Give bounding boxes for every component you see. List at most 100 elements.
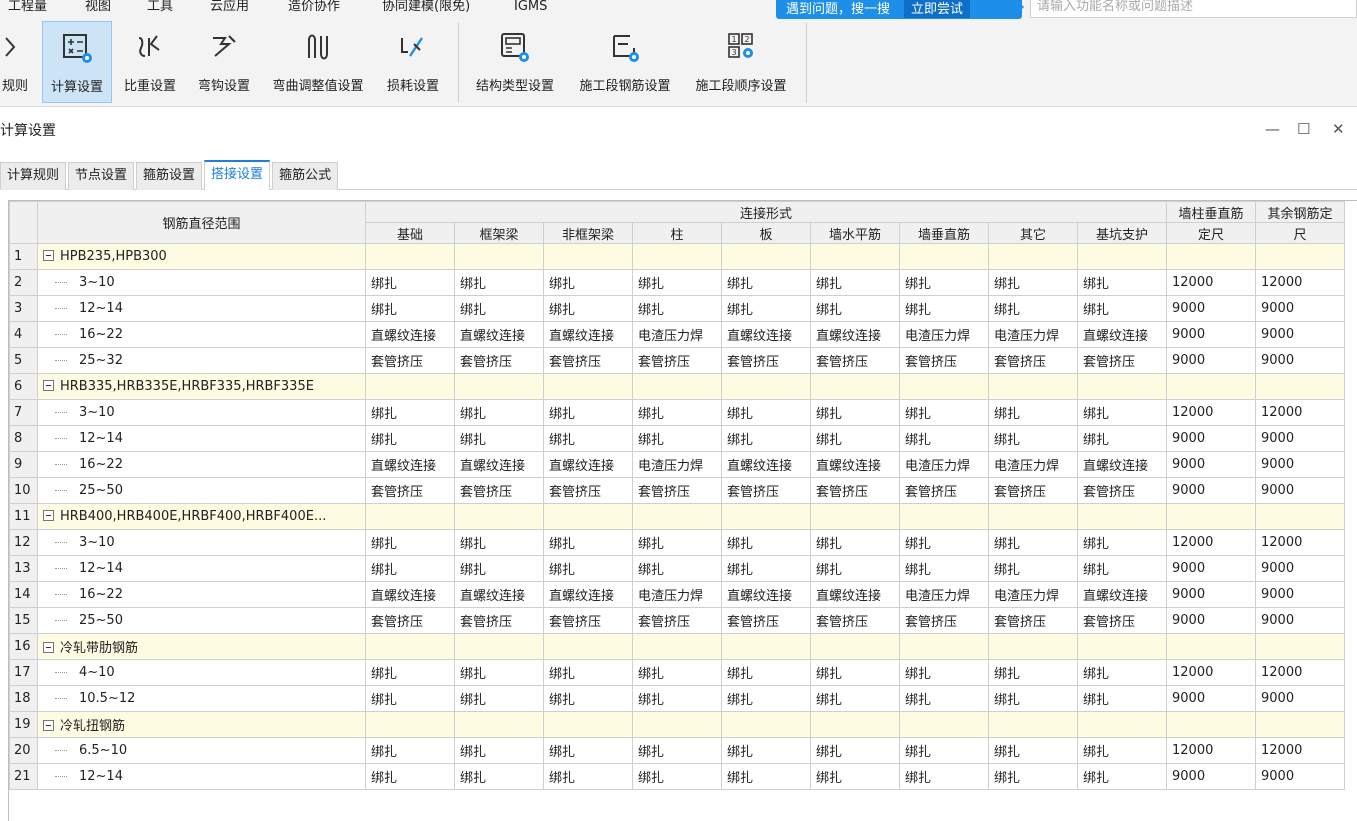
diameter-range-cell[interactable]: 12~14: [37, 295, 366, 322]
connection-type-cell[interactable]: 绑扎: [1077, 555, 1167, 582]
connection-type-cell[interactable]: 绑扎: [543, 737, 633, 764]
table-row[interactable]: 14 16~22 直螺纹连接 直螺纹连接 直螺纹连接 电渣压力焊 直螺纹连接 直螺纹连接 电渣压…: [9, 581, 1345, 608]
fixed-length-cell[interactable]: 9000: [1166, 685, 1256, 712]
diameter-range-cell[interactable]: 16~22: [37, 581, 366, 608]
connection-type-cell[interactable]: 绑扎: [899, 399, 989, 426]
tab-calc-rules[interactable]: 计算规则: [0, 162, 67, 190]
diameter-range-cell[interactable]: 3~10: [37, 399, 366, 426]
connection-type-cell[interactable]: 绑扎: [543, 399, 633, 426]
fixed-length-cell[interactable]: 9000: [1255, 347, 1345, 374]
connection-type-cell[interactable]: 绑扎: [454, 555, 544, 582]
fixed-length-cell[interactable]: 9000: [1255, 581, 1345, 608]
table-row[interactable]: 17 4~10 绑扎 绑扎 绑扎 绑扎 绑扎 绑扎 绑扎 绑扎 绑扎 12000 12000: [9, 659, 1345, 686]
connection-type-cell[interactable]: 绑扎: [454, 737, 544, 764]
connection-type-cell[interactable]: 套管挤压: [721, 607, 811, 634]
connection-type-cell[interactable]: 直螺纹连接: [721, 451, 811, 478]
fixed-length-cell[interactable]: 9000: [1166, 763, 1256, 790]
connection-type-cell[interactable]: 电渣压力焊: [988, 321, 1078, 348]
menu-item-quantities[interactable]: 工程量: [8, 0, 47, 16]
connection-type-cell[interactable]: 绑扎: [365, 685, 455, 712]
collapse-toggle-icon[interactable]: [43, 720, 54, 731]
connection-type-cell[interactable]: 电渣压力焊: [899, 581, 989, 608]
connection-type-cell[interactable]: 绑扎: [810, 659, 900, 686]
menu-item-tools[interactable]: 工具: [147, 0, 173, 16]
fixed-length-cell[interactable]: 9000: [1166, 295, 1256, 322]
connection-type-cell[interactable]: 绑扎: [899, 555, 989, 582]
connection-type-cell[interactable]: 绑扎: [988, 659, 1078, 686]
tab-node-settings[interactable]: 节点设置: [68, 162, 135, 190]
connection-type-cell[interactable]: 绑扎: [1077, 659, 1167, 686]
table-row[interactable]: 3 12~14 绑扎 绑扎 绑扎 绑扎 绑扎 绑扎 绑扎 绑扎 绑扎 9000 9000: [9, 295, 1345, 322]
connection-type-cell[interactable]: 绑扎: [810, 399, 900, 426]
connection-type-cell[interactable]: 套管挤压: [721, 477, 811, 504]
fixed-length-cell[interactable]: 12000: [1255, 659, 1345, 686]
connection-type-cell[interactable]: 直螺纹连接: [454, 581, 544, 608]
connection-type-cell[interactable]: 绑扎: [810, 425, 900, 452]
connection-type-cell[interactable]: 绑扎: [543, 295, 633, 322]
connection-type-cell[interactable]: 直螺纹连接: [810, 451, 900, 478]
fixed-length-cell[interactable]: 12000: [1166, 737, 1256, 764]
connection-type-cell[interactable]: 套管挤压: [988, 477, 1078, 504]
collapse-toggle-icon[interactable]: [43, 642, 54, 653]
menu-item-collab-modeling[interactable]: 协同建模(限免): [382, 0, 470, 16]
connection-type-cell[interactable]: 直螺纹连接: [810, 581, 900, 608]
connection-type-cell[interactable]: 绑扎: [365, 659, 455, 686]
connection-type-cell[interactable]: 绑扎: [454, 685, 544, 712]
ribbon-button-bend-adjust-settings[interactable]: 弯曲调整值设置: [262, 21, 374, 103]
connection-type-cell[interactable]: 绑扎: [1077, 425, 1167, 452]
fixed-length-cell[interactable]: 9000: [1255, 321, 1345, 348]
connection-type-cell[interactable]: 套管挤压: [899, 477, 989, 504]
fixed-length-cell[interactable]: 12000: [1255, 399, 1345, 426]
connection-type-cell[interactable]: 绑扎: [1077, 399, 1167, 426]
fixed-length-cell[interactable]: 9000: [1255, 763, 1345, 790]
connection-type-cell[interactable]: 绑扎: [988, 295, 1078, 322]
table-row[interactable]: 8 12~14 绑扎 绑扎 绑扎 绑扎 绑扎 绑扎 绑扎 绑扎 绑扎 9000 9000: [9, 425, 1345, 452]
ribbon-button-weight-settings[interactable]: 比重设置: [116, 21, 184, 103]
diameter-range-cell[interactable]: 3~10: [37, 529, 366, 556]
connection-type-cell[interactable]: 绑扎: [632, 529, 722, 556]
connection-type-cell[interactable]: 直螺纹连接: [1077, 451, 1167, 478]
connection-type-cell[interactable]: 电渣压力焊: [632, 581, 722, 608]
connection-type-cell[interactable]: 绑扎: [721, 529, 811, 556]
connection-type-cell[interactable]: 套管挤压: [543, 607, 633, 634]
connection-type-cell[interactable]: 套管挤压: [543, 477, 633, 504]
connection-type-cell[interactable]: 绑扎: [632, 555, 722, 582]
connection-type-cell[interactable]: 绑扎: [1077, 737, 1167, 764]
group-row[interactable]: 16 冷轧带肋钢筋: [9, 633, 1345, 660]
connection-type-cell[interactable]: 直螺纹连接: [1077, 581, 1167, 608]
connection-type-cell[interactable]: 绑扎: [365, 737, 455, 764]
connection-type-cell[interactable]: 绑扎: [810, 555, 900, 582]
connection-type-cell[interactable]: 套管挤压: [543, 347, 633, 374]
ribbon-button-section-rebar-settings[interactable]: 施工段钢筋设置: [570, 21, 680, 103]
minimize-icon[interactable]: —: [1265, 120, 1280, 138]
connection-type-cell[interactable]: 直螺纹连接: [543, 321, 633, 348]
connection-type-cell[interactable]: 绑扎: [899, 529, 989, 556]
connection-type-cell[interactable]: 绑扎: [721, 295, 811, 322]
connection-type-cell[interactable]: 套管挤压: [454, 347, 544, 374]
table-row[interactable]: 7 3~10 绑扎 绑扎 绑扎 绑扎 绑扎 绑扎 绑扎 绑扎 绑扎 12000 12000: [9, 399, 1345, 426]
connection-type-cell[interactable]: 绑扎: [543, 685, 633, 712]
table-row[interactable]: 21 12~14 绑扎 绑扎 绑扎 绑扎 绑扎 绑扎 绑扎 绑扎 绑扎 9000 9000: [9, 763, 1345, 790]
connection-type-cell[interactable]: 套管挤压: [988, 347, 1078, 374]
connection-type-cell[interactable]: 直螺纹连接: [721, 581, 811, 608]
table-row[interactable]: 5 25~32 套管挤压 套管挤压 套管挤压 套管挤压 套管挤压 套管挤压 套管挤压 套管挤压 套管…: [9, 347, 1345, 374]
fixed-length-cell[interactable]: 12000: [1255, 737, 1345, 764]
diameter-range-cell[interactable]: 16~22: [37, 321, 366, 348]
connection-type-cell[interactable]: 绑扎: [721, 555, 811, 582]
connection-type-cell[interactable]: 绑扎: [454, 295, 544, 322]
connection-type-cell[interactable]: 电渣压力焊: [632, 321, 722, 348]
connection-type-cell[interactable]: 套管挤压: [810, 477, 900, 504]
fixed-length-cell[interactable]: 12000: [1166, 399, 1256, 426]
fixed-length-cell[interactable]: 9000: [1166, 347, 1256, 374]
ribbon-button-section-order-settings[interactable]: 123 施工段顺序设置: [686, 21, 796, 103]
connection-type-cell[interactable]: 套管挤压: [632, 607, 722, 634]
table-row[interactable]: 18 10.5~12 绑扎 绑扎 绑扎 绑扎 绑扎 绑扎 绑扎 绑扎 绑扎 9000 9000: [9, 685, 1345, 712]
connection-type-cell[interactable]: 绑扎: [721, 763, 811, 790]
connection-type-cell[interactable]: 套管挤压: [454, 607, 544, 634]
fixed-length-cell[interactable]: 9000: [1255, 451, 1345, 478]
try-now-button[interactable]: 立即尝试: [904, 0, 971, 18]
fixed-length-cell[interactable]: 9000: [1166, 555, 1256, 582]
connection-type-cell[interactable]: 绑扎: [632, 295, 722, 322]
connection-type-cell[interactable]: 绑扎: [899, 659, 989, 686]
connection-type-cell[interactable]: 绑扎: [988, 399, 1078, 426]
